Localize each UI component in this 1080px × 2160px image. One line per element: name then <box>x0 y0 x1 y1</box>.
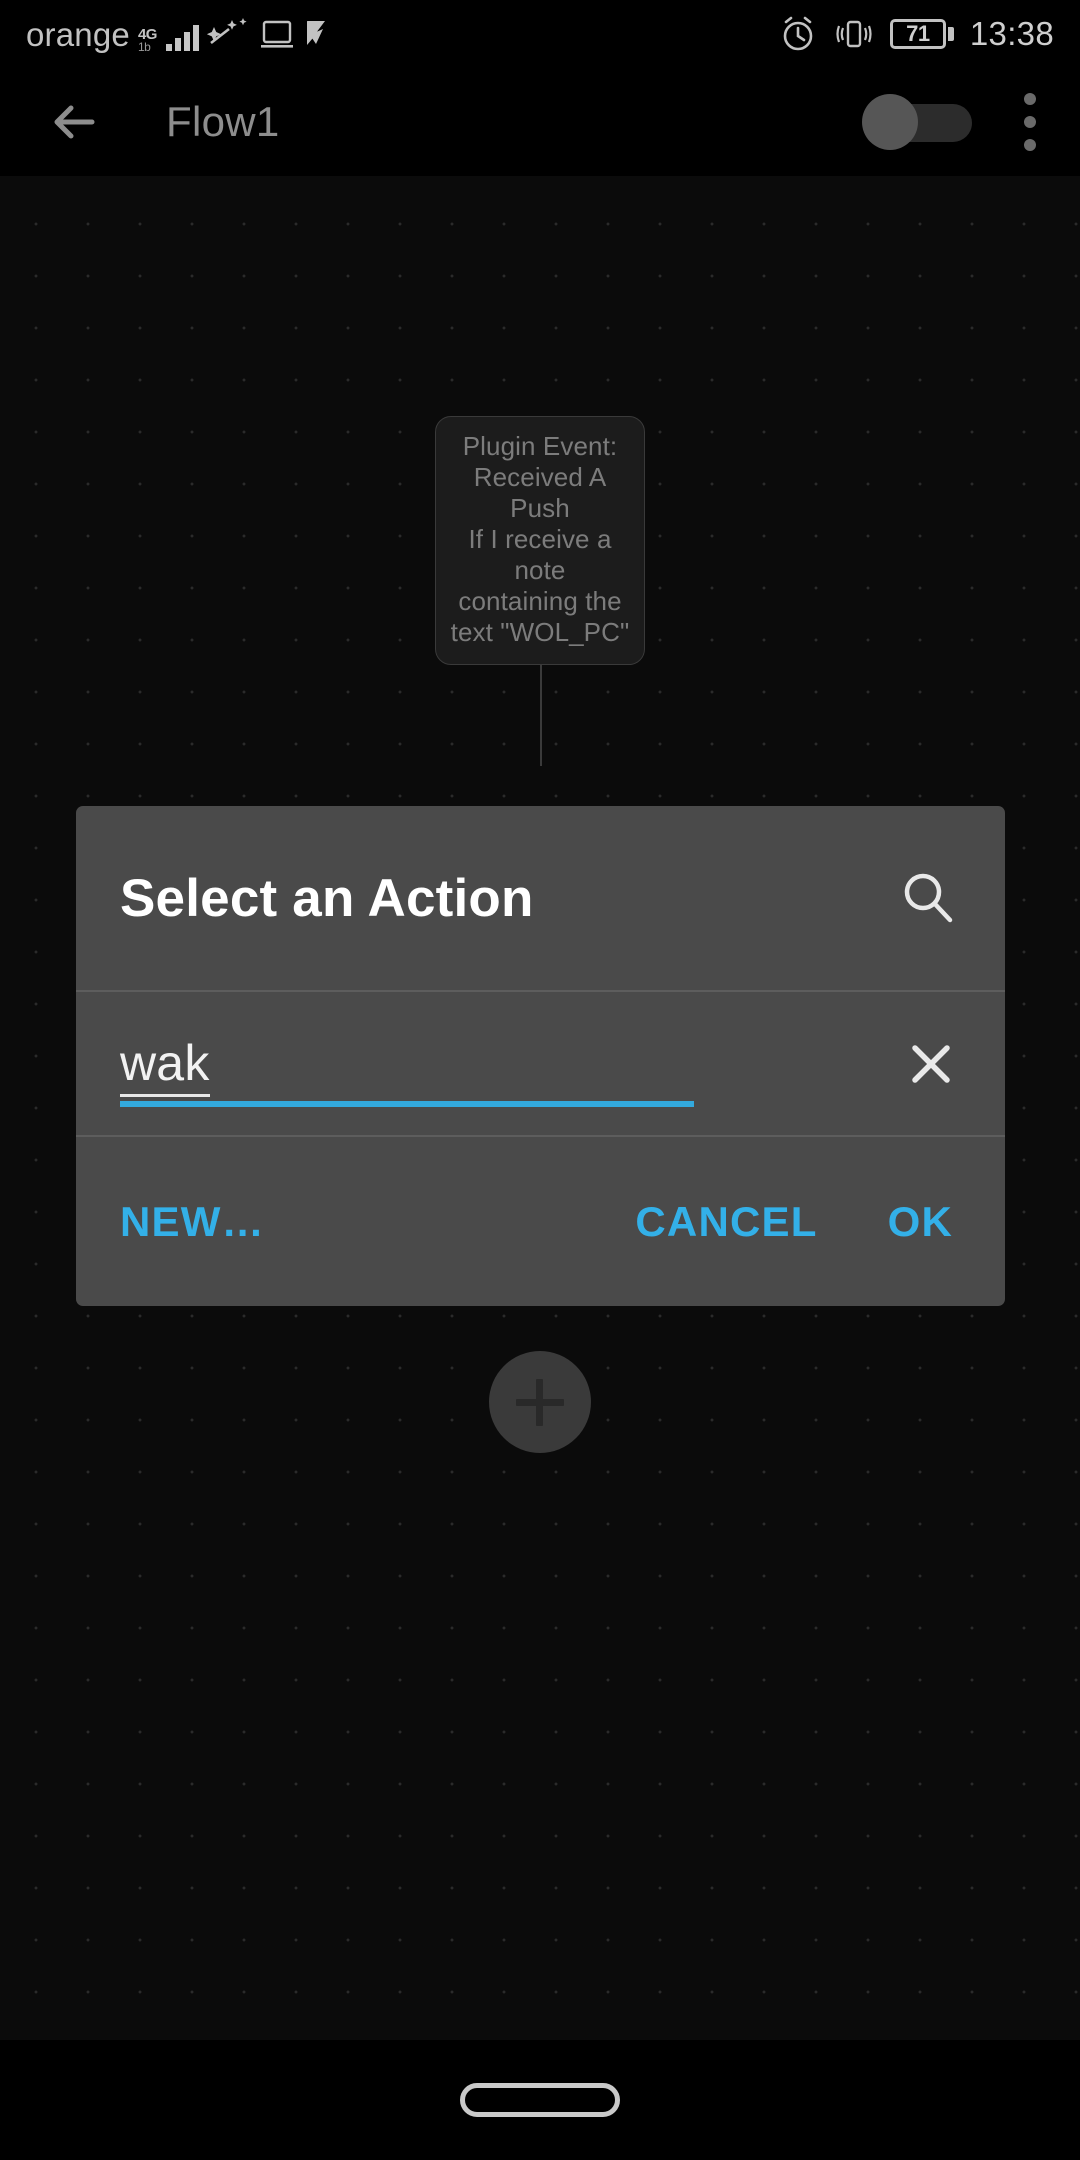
dialog-search-row: wak <box>76 992 1005 1135</box>
dialog-header: Select an Action <box>76 806 1005 990</box>
home-gesture-pill[interactable] <box>460 2083 620 2117</box>
input-focus-underline <box>120 1101 694 1107</box>
phone-screen: orange 4G 1b 71 13:38 Flow1 Plugin Event… <box>0 0 1080 2160</box>
new-button[interactable]: NEW… <box>120 1198 265 1246</box>
dialog-button-bar: NEW… CANCEL OK <box>76 1137 1005 1306</box>
ok-button[interactable]: OK <box>888 1198 953 1246</box>
close-icon[interactable] <box>902 1035 960 1093</box>
back-arrow-icon[interactable] <box>44 91 106 153</box>
flow-enable-toggle[interactable] <box>862 94 972 150</box>
navigation-bar <box>0 2040 1080 2160</box>
dialog-title: Select an Action <box>120 868 534 928</box>
overflow-menu-icon[interactable] <box>1024 93 1036 151</box>
search-icon[interactable] <box>896 866 960 930</box>
app-bar: Flow1 <box>0 68 1080 176</box>
search-input[interactable]: wak <box>120 992 888 1135</box>
page-title: Flow1 <box>166 98 280 145</box>
toggle-thumb <box>862 94 918 150</box>
select-action-dialog: Select an Action wak NEW… CANCEL OK <box>76 806 1005 1306</box>
search-input-value: wak <box>120 1036 210 1097</box>
cancel-button[interactable]: CANCEL <box>635 1198 817 1246</box>
